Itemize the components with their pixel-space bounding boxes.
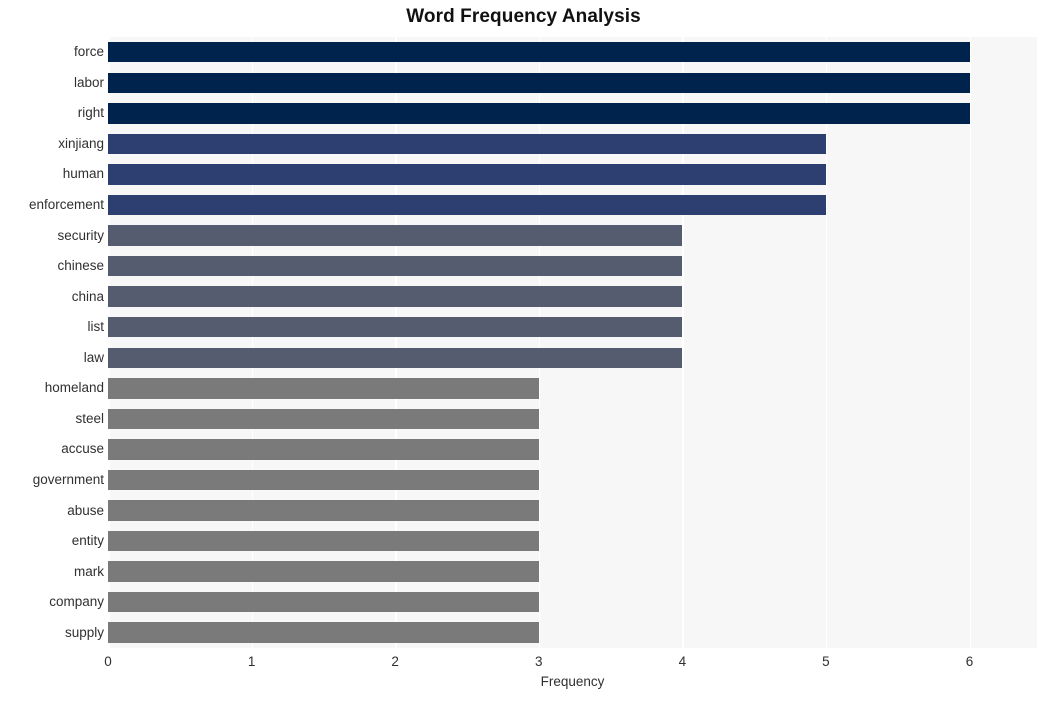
bar-row <box>108 164 1037 185</box>
y-axis: force labor right xinjiang human enforcement s… <box>0 37 104 648</box>
bar-homeland <box>108 378 539 399</box>
bar-row <box>108 561 1037 582</box>
bar-row <box>108 622 1037 643</box>
bar-human <box>108 164 826 185</box>
x-tick-label-0: 0 <box>104 654 112 669</box>
bar-row <box>108 225 1037 246</box>
bar-entity <box>108 530 539 552</box>
bar-government <box>108 469 539 491</box>
x-axis-title: Frequency <box>540 674 605 689</box>
bar-steel <box>108 408 539 430</box>
bar-company <box>108 591 539 613</box>
bar-law <box>108 347 683 368</box>
y-tick-label-accuse: accuse <box>61 441 104 457</box>
bar-security <box>108 225 683 246</box>
bar-row <box>108 591 1037 613</box>
bar-xinjiang <box>108 133 826 155</box>
x-tick-label-6: 6 <box>965 654 974 669</box>
y-tick-label-china: china <box>71 288 104 304</box>
bar-row <box>108 194 1037 216</box>
x-tick-label-3: 3 <box>534 654 543 669</box>
word-frequency-chart: Word Frequency Analysis force labor right x… <box>0 0 1047 701</box>
bar-supply <box>108 622 539 643</box>
bar-row <box>108 347 1037 368</box>
y-tick-label-law: law <box>83 349 104 365</box>
y-tick-label-abuse: abuse <box>67 502 104 518</box>
plot-area <box>108 37 1037 648</box>
y-tick-label-homeland: homeland <box>44 380 104 396</box>
bar-row <box>108 103 1037 124</box>
bar-abuse <box>108 500 539 521</box>
bar-row <box>108 500 1037 521</box>
y-tick-label-right: right <box>77 105 104 121</box>
bar-row <box>108 133 1037 155</box>
bar-row <box>108 408 1037 430</box>
y-tick-label-human: human <box>62 166 104 182</box>
bar-chinese <box>108 255 683 277</box>
bar-row <box>108 316 1037 338</box>
bar-right <box>108 103 970 124</box>
y-tick-label-enforcement: enforcement <box>28 197 104 213</box>
x-tick-label-4: 4 <box>678 654 687 669</box>
y-tick-label-entity: entity <box>71 533 104 549</box>
x-axis: 0 1 2 3 4 5 6 <box>104 648 1037 674</box>
y-tick-label-company: company <box>49 594 104 610</box>
y-tick-label-force: force <box>73 44 104 60</box>
y-tick-label-list: list <box>87 319 105 335</box>
bar-labor <box>108 72 970 94</box>
x-tick-label-5: 5 <box>822 654 830 669</box>
y-tick-label-security: security <box>57 227 104 243</box>
chart-title: Word Frequency Analysis <box>406 6 641 27</box>
bar-row <box>108 42 1037 63</box>
bar-row <box>108 530 1037 552</box>
y-tick-label-labor: labor <box>73 74 104 90</box>
bar-row <box>108 255 1037 277</box>
bars-layer <box>108 37 1037 648</box>
y-tick-label-xinjiang: xinjiang <box>58 135 104 151</box>
bar-row <box>108 469 1037 491</box>
bar-row <box>108 439 1037 460</box>
y-tick-label-steel: steel <box>75 410 104 426</box>
bar-list <box>108 316 683 338</box>
bar-row <box>108 286 1037 307</box>
bar-row <box>108 72 1037 94</box>
x-tick-label-2: 2 <box>391 654 399 669</box>
x-tick-label-1: 1 <box>247 654 256 669</box>
bar-mark <box>108 561 539 582</box>
y-tick-label-government: government <box>32 471 104 487</box>
bar-china <box>108 286 683 307</box>
bar-row <box>108 378 1037 399</box>
y-tick-label-supply: supply <box>64 624 104 640</box>
bar-accuse <box>108 439 539 460</box>
y-tick-label-chinese: chinese <box>57 258 104 274</box>
bar-enforcement <box>108 194 826 216</box>
y-tick-label-mark: mark <box>74 563 104 579</box>
bar-force <box>108 42 970 63</box>
